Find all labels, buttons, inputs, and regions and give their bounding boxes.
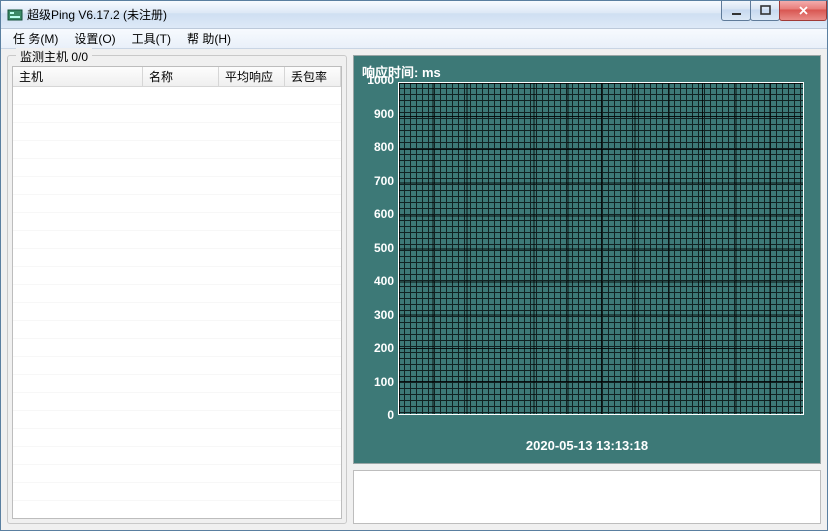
host-groupbox-legend: 监测主机 0/0 [16, 48, 92, 65]
minimize-icon [731, 5, 742, 16]
menubar: 任 务(M) 设置(O) 工具(T) 帮 助(H) [1, 29, 827, 49]
col-host[interactable]: 主机 [13, 67, 143, 86]
close-button[interactable] [779, 1, 827, 21]
menu-help[interactable]: 帮 助(H) [179, 28, 239, 49]
y-tick: 200 [374, 341, 394, 355]
col-avg[interactable]: 平均响应 [219, 67, 285, 86]
y-tick: 300 [374, 308, 394, 322]
col-loss[interactable]: 丢包率 [285, 67, 341, 86]
chart-x-label: 2020-05-13 13:13:18 [354, 438, 820, 453]
chart-title: 响应时间: ms [362, 62, 812, 81]
right-stack: 响应时间: ms 1000 900 800 700 600 500 400 30… [353, 55, 821, 524]
client-area: 监测主机 0/0 主机 名称 平均响应 丢包率 响应时间: ms 1000 90… [1, 49, 827, 530]
y-tick: 600 [374, 207, 394, 221]
menu-task[interactable]: 任 务(M) [5, 28, 66, 49]
y-tick: 800 [374, 140, 394, 154]
log-panel[interactable] [353, 470, 821, 524]
chart-plot-area[interactable] [398, 82, 804, 415]
host-list-header: 主机 名称 平均响应 丢包率 [13, 67, 341, 87]
chart-panel: 响应时间: ms 1000 900 800 700 600 500 400 30… [353, 55, 821, 464]
y-tick: 0 [387, 408, 394, 422]
menu-tools[interactable]: 工具(T) [124, 28, 179, 49]
titlebar[interactable]: 超级Ping V6.17.2 (未注册) [1, 1, 827, 29]
y-tick: 900 [374, 107, 394, 121]
window-title: 超级Ping V6.17.2 (未注册) [27, 6, 167, 23]
host-listview[interactable]: 主机 名称 平均响应 丢包率 [12, 66, 342, 519]
y-tick: 700 [374, 174, 394, 188]
y-tick: 500 [374, 241, 394, 255]
app-icon [7, 7, 23, 23]
chart-body: 1000 900 800 700 600 500 400 300 200 100… [362, 80, 808, 429]
y-tick: 1000 [367, 73, 394, 87]
menu-settings[interactable]: 设置(O) [66, 28, 123, 49]
chart-y-ticks: 1000 900 800 700 600 500 400 300 200 100… [362, 80, 396, 415]
host-list-body[interactable] [13, 87, 341, 518]
y-tick: 400 [374, 274, 394, 288]
close-icon [798, 5, 809, 16]
host-groupbox: 监测主机 0/0 主机 名称 平均响应 丢包率 [7, 55, 347, 524]
maximize-icon [760, 5, 771, 16]
window-buttons [722, 1, 827, 21]
col-name[interactable]: 名称 [143, 67, 219, 86]
maximize-button[interactable] [750, 1, 780, 21]
minimize-button[interactable] [721, 1, 751, 21]
y-tick: 100 [374, 375, 394, 389]
app-window: 超级Ping V6.17.2 (未注册) 任 务(M) 设置(O) 工具(T) … [0, 0, 828, 531]
